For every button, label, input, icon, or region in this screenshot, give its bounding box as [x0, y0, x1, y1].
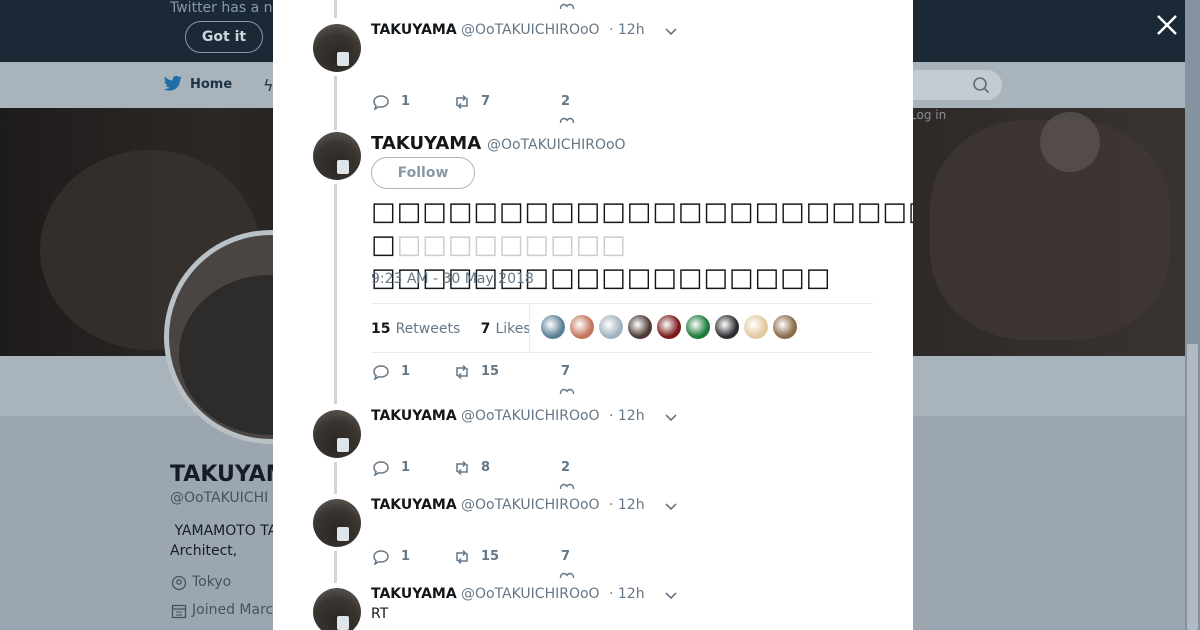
like-count: 2: [561, 94, 571, 109]
tweet-author-handle[interactable]: @OoTAKUICHIROoO: [461, 497, 600, 513]
chevron-down-icon[interactable]: [664, 410, 678, 424]
liker-avatar[interactable]: [570, 315, 594, 339]
search-icon[interactable]: [972, 76, 990, 94]
tweet-author-handle[interactable]: @OoTAKUICHIROoO: [461, 22, 600, 38]
retweet-icon[interactable]: [453, 94, 471, 110]
reply-icon[interactable]: [372, 549, 390, 565]
reply-count: 1: [401, 549, 411, 564]
reply-count: 1: [401, 364, 411, 379]
reply-icon[interactable]: [372, 94, 390, 110]
stats-counts: 15 Retweets 7 Likes: [371, 318, 531, 337]
retweet-icon[interactable]: [453, 364, 471, 380]
likes-label: Likes: [495, 321, 531, 337]
tweet-stats: 15 Retweets 7 Likes: [371, 303, 873, 353]
profile-handle: @OoTAKUICHI: [170, 490, 269, 506]
avatar[interactable]: [313, 499, 361, 547]
tweet-author-name[interactable]: TAKUYAMA: [371, 497, 457, 513]
follow-button[interactable]: Follow: [371, 157, 475, 189]
retweet-count: 15: [481, 364, 500, 379]
retweets-total: 15: [371, 321, 391, 337]
reply-icon[interactable]: [372, 460, 390, 476]
chevron-down-icon[interactable]: [664, 499, 678, 513]
tweet-permalink-modal: TAKUYAMA @OoTAKUICHIROoO · 12h 1 7 2 TAK…: [273, 0, 913, 630]
likes-stat[interactable]: 7 Likes: [481, 318, 531, 337]
close-icon[interactable]: [1151, 9, 1183, 41]
thread-line: [334, 76, 337, 130]
liker-avatar[interactable]: [599, 315, 623, 339]
reply-icon[interactable]: [372, 364, 390, 380]
calendar-icon: [171, 604, 187, 619]
retweet-count: 15: [481, 549, 500, 564]
avatar[interactable]: [313, 24, 361, 72]
nav-home[interactable]: Home: [190, 77, 232, 92]
notice-text: Twitter has a n: [170, 0, 273, 16]
retweet-icon[interactable]: [453, 460, 471, 476]
retweets-label: Retweets: [395, 321, 461, 337]
tweet-author-handle[interactable]: @OoTAKUICHIROoO: [461, 408, 600, 424]
thread-line: [334, 0, 337, 18]
avatar[interactable]: [313, 132, 361, 180]
profile-location: Tokyo: [192, 574, 232, 590]
reply-count: 1: [401, 460, 411, 475]
tweet-date[interactable]: 9:23 AM - 30 May 2018: [371, 271, 534, 287]
tweet-timestamp[interactable]: · 12h: [609, 408, 645, 424]
tweet-timestamp[interactable]: · 12h: [609, 586, 645, 602]
twitter-bird-icon[interactable]: [163, 75, 183, 93]
chevron-down-icon[interactable]: [664, 588, 678, 602]
liker-avatar[interactable]: [686, 315, 710, 339]
login-link[interactable]: Log in: [910, 108, 946, 122]
heart-icon[interactable]: [559, 117, 575, 123]
retweet-icon[interactable]: [453, 549, 471, 565]
tweet-author-name[interactable]: TAKUYAMA: [371, 133, 481, 154]
tweet-text: RT: [371, 606, 389, 622]
scrollbar-thumb[interactable]: [1187, 344, 1198, 630]
tweet-text-overflow: □□□□□□□□□: [396, 230, 627, 260]
liker-avatar[interactable]: [657, 315, 681, 339]
retweet-count: 7: [481, 94, 491, 109]
liker-avatar[interactable]: [715, 315, 739, 339]
retweet-count: 8: [481, 460, 491, 475]
liker-avatar[interactable]: [744, 315, 768, 339]
tweet-timestamp[interactable]: · 12h: [609, 497, 645, 513]
profile-name: TAKUYAM: [170, 462, 288, 487]
tweet-author-name[interactable]: TAKUYAMA: [371, 586, 457, 602]
thread-line: [334, 462, 337, 494]
likes-total: 7: [480, 321, 491, 337]
profile-joined-date: Joined Marc: [192, 602, 274, 618]
like-count: 2: [561, 460, 571, 475]
location-icon: [171, 575, 187, 591]
retweets-stat[interactable]: 15 Retweets: [371, 318, 460, 337]
avatar[interactable]: [313, 588, 361, 630]
got-it-button[interactable]: Got it: [185, 21, 263, 53]
chevron-down-icon[interactable]: [664, 24, 678, 38]
tweet-author-name[interactable]: TAKUYAMA: [371, 408, 457, 424]
liker-avatar[interactable]: [773, 315, 797, 339]
like-count: 7: [561, 364, 571, 379]
tweet-author-name[interactable]: TAKUYAMA: [371, 22, 457, 38]
tweet-timestamp[interactable]: · 12h: [609, 22, 645, 38]
tweet-author-handle[interactable]: @OoTAKUICHIROoO: [487, 137, 626, 153]
tweet-author-handle[interactable]: @OoTAKUICHIROoO: [461, 586, 600, 602]
thread-line: [334, 184, 337, 404]
like-count: 7: [561, 549, 571, 564]
heart-icon[interactable]: [559, 3, 575, 9]
heart-icon[interactable]: [559, 388, 575, 394]
thread-line: [334, 551, 337, 583]
moments-bolt-icon[interactable]: ϟ: [263, 76, 274, 95]
profile-bio: YAMAMOTO TA Architect,: [170, 523, 278, 559]
liker-avatar[interactable]: [628, 315, 652, 339]
cover-photo-detail: [1040, 112, 1100, 172]
stats-divider: [529, 304, 530, 352]
liker-avatar[interactable]: [541, 315, 565, 339]
heart-icon[interactable]: [559, 572, 575, 578]
reply-count: 1: [401, 94, 411, 109]
avatar[interactable]: [313, 410, 361, 458]
heart-icon[interactable]: [559, 483, 575, 489]
